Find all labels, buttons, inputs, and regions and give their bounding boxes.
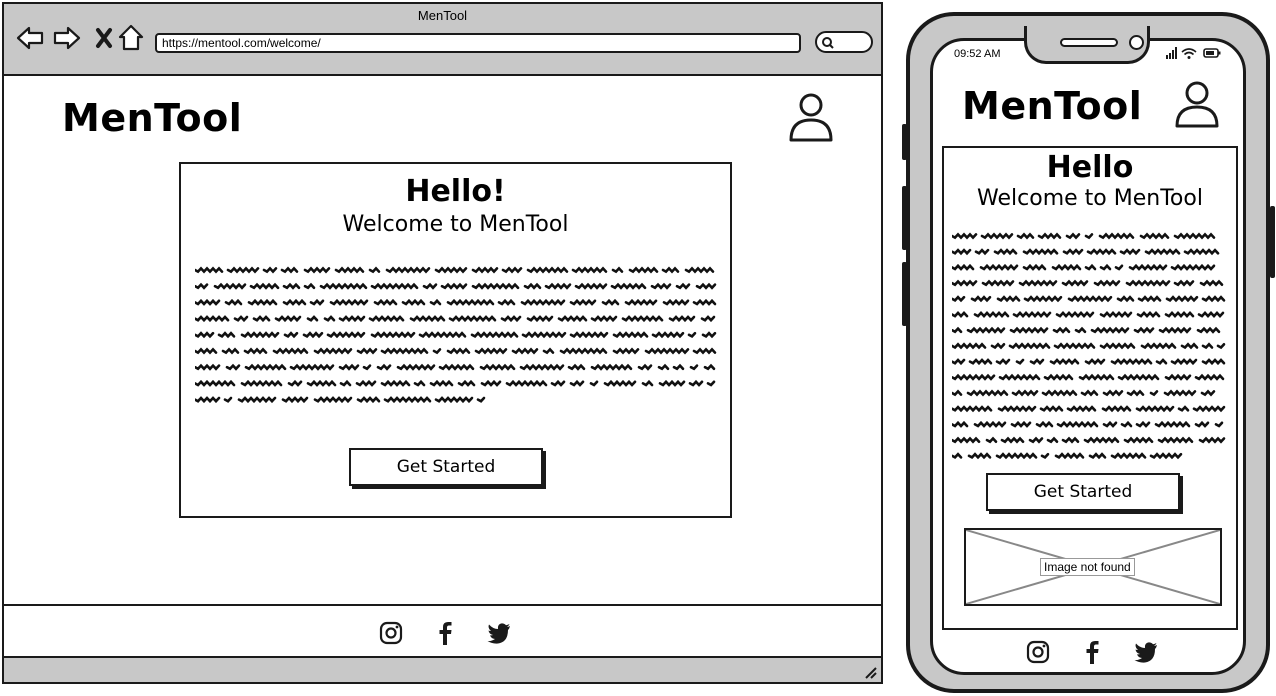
back-button[interactable] <box>16 24 44 52</box>
mobile-instagram-link[interactable] <box>1025 639 1051 665</box>
image-placeholder: Image not found <box>964 528 1222 606</box>
browser-statusbar <box>4 656 881 682</box>
phone-camera <box>1129 35 1144 50</box>
phone-volume-up <box>902 186 907 250</box>
user-icon <box>789 93 833 142</box>
desktop-footer <box>4 604 881 660</box>
get-started-button[interactable]: Get Started <box>349 448 543 486</box>
window-title: MenTool <box>417 8 468 23</box>
mobile-welcome-card: Hello Welcome to MenTool Get Started Ima… <box>942 146 1238 630</box>
placeholder-text-scribble <box>195 266 717 404</box>
wifi-icon <box>1181 48 1197 59</box>
close-icon <box>96 28 112 48</box>
phone-power-button <box>1270 206 1275 278</box>
phone-side-button <box>902 124 907 160</box>
mobile-placeholder-text-scribble <box>952 232 1226 460</box>
site-logo[interactable]: MenTool <box>62 96 242 140</box>
user-icon <box>1175 81 1219 128</box>
image-not-found-label: Image not found <box>1040 558 1135 576</box>
mobile-facebook-link[interactable] <box>1079 639 1105 665</box>
facebook-icon <box>1086 641 1099 664</box>
arrow-right-icon <box>53 26 81 50</box>
home-icon <box>118 24 144 51</box>
user-profile-button[interactable] <box>788 92 834 149</box>
phone-volume-down <box>902 262 907 326</box>
status-icons <box>1166 46 1222 65</box>
mobile-get-started-button[interactable]: Get Started <box>986 473 1180 511</box>
mobile-site-logo[interactable]: MenTool <box>962 84 1142 128</box>
browser-titlebar: MenTool https://mentool.com/welcome/ <box>4 4 881 76</box>
signal-icon <box>1166 47 1177 59</box>
forward-button[interactable] <box>53 24 81 52</box>
phone-speaker <box>1060 38 1118 47</box>
arrow-left-icon <box>16 26 44 50</box>
search-icon <box>822 37 834 49</box>
home-button[interactable] <box>117 24 145 52</box>
stop-button[interactable] <box>90 24 118 52</box>
facebook-icon <box>439 622 452 645</box>
instagram-link[interactable] <box>378 620 404 646</box>
twitter-link[interactable] <box>486 620 512 646</box>
card-heading: Hello! <box>405 174 506 209</box>
status-time: 09:52 AM <box>954 48 1001 60</box>
mobile-twitter-link[interactable] <box>1133 639 1159 665</box>
url-input[interactable]: https://mentool.com/welcome/ <box>155 33 801 53</box>
card-subheading: Welcome to MenTool <box>342 212 569 237</box>
twitter-icon <box>487 623 510 644</box>
facebook-link[interactable] <box>432 620 458 646</box>
mobile-card-subheading: Welcome to MenTool <box>977 186 1203 211</box>
resize-grip-icon[interactable] <box>863 665 877 679</box>
instagram-icon <box>1026 640 1050 664</box>
twitter-icon <box>1134 642 1157 663</box>
battery-icon <box>1203 48 1221 58</box>
mobile-card-heading: Hello <box>1046 150 1134 185</box>
mobile-user-profile-button[interactable] <box>1174 80 1220 135</box>
desktop-page: MenTool Hello! Welcome to MenTool Get St… <box>4 74 881 682</box>
browser-window: MenTool https://mentool.com/welcome/ Men… <box>2 2 883 684</box>
browser-search-button[interactable] <box>815 31 873 53</box>
welcome-card: Hello! Welcome to MenTool Get Started <box>179 162 732 518</box>
instagram-icon <box>379 621 403 645</box>
